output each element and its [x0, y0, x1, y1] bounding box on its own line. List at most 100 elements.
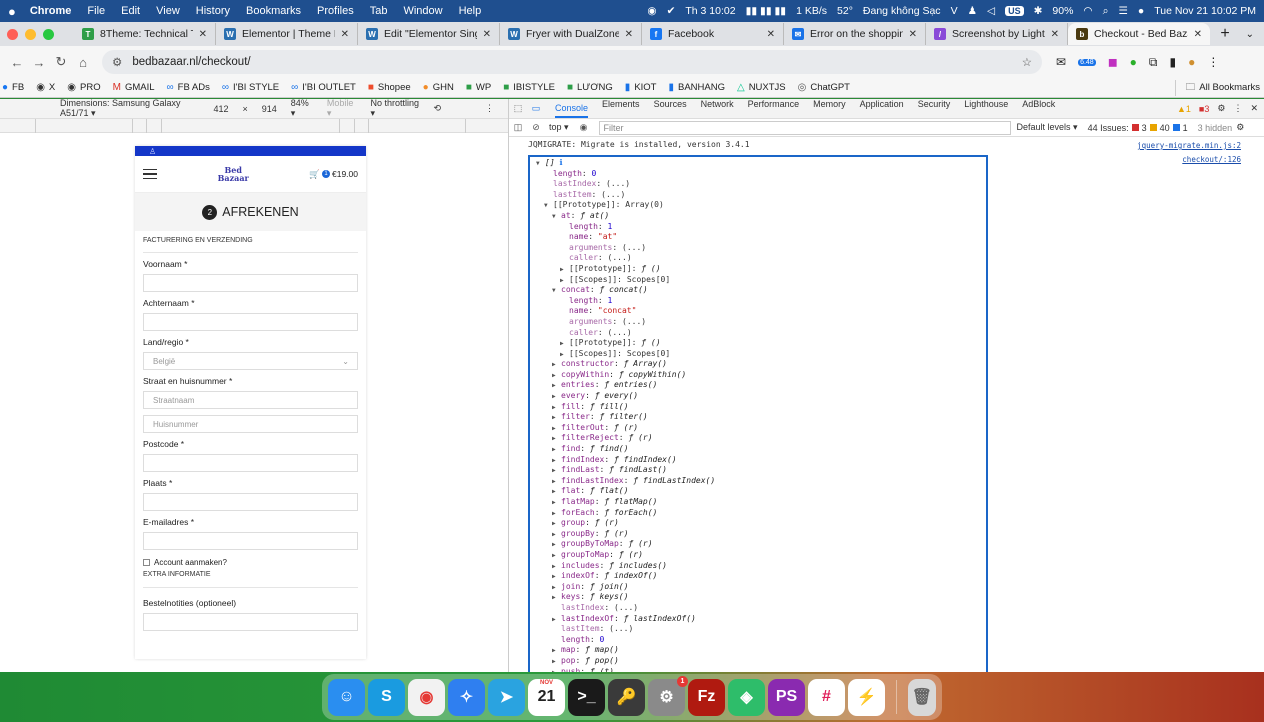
trash-icon[interactable]: 🗑: [907, 678, 936, 716]
browser-tab[interactable]: T 8Theme: Technical Ticke ✕: [74, 23, 216, 45]
throttling-select[interactable]: No throttling ▾: [370, 98, 419, 119]
object-property-row[interactable]: ▶ keys: ƒ keys(): [536, 592, 986, 603]
log-source-link[interactable]: checkout/:126: [1182, 155, 1241, 164]
bookmark-item[interactable]: ▮ KIOT: [625, 82, 657, 93]
home-button[interactable]: ⌂: [72, 55, 94, 70]
street-input[interactable]: Straatnaam: [143, 391, 358, 409]
info-icon[interactable]: ℹ: [559, 158, 562, 167]
bookmark-item[interactable]: △ NUXTJS: [737, 82, 786, 93]
v-app-icon[interactable]: V: [951, 5, 958, 17]
minimize-window-button[interactable]: [25, 28, 36, 40]
object-property-row[interactable]: ▶ [[Scopes]]: Scopes[0]: [536, 349, 986, 360]
bookmark-item[interactable]: M GMAIL: [113, 82, 155, 93]
context-select[interactable]: top ▾: [549, 122, 569, 133]
browser-tab[interactable]: f Facebook ✕: [642, 23, 784, 45]
devtools-tab-lighthouse[interactable]: Lighthouse: [964, 99, 1008, 118]
country-select[interactable]: België ⌄: [143, 352, 358, 370]
close-tab-icon[interactable]: ✕: [909, 29, 917, 40]
object-property-row[interactable]: ▶ findLast: ƒ findLast(): [536, 465, 986, 476]
house-number-input[interactable]: Huisnummer: [143, 415, 358, 433]
close-tab-icon[interactable]: ✕: [767, 29, 775, 40]
object-property-row[interactable]: ▶ groupByToMap: ƒ (r): [536, 539, 986, 550]
bookmark-item[interactable]: ∞ FB ADs: [167, 82, 210, 93]
last-name-input[interactable]: [143, 313, 358, 331]
back-button[interactable]: ←: [6, 55, 28, 70]
settings-gear-icon[interactable]: ⚙: [1217, 103, 1225, 114]
media-query-bar[interactable]: [0, 119, 508, 133]
messenger-icon[interactable]: ⚡: [848, 678, 885, 716]
bluetooth-icon[interactable]: ✱: [1034, 5, 1043, 17]
finder-icon[interactable]: ☺: [328, 678, 365, 716]
clock-vn[interactable]: Th 3 10:02: [685, 5, 735, 17]
profile-avatar[interactable]: ●: [1188, 55, 1195, 69]
object-property-row[interactable]: ▶ constructor: ƒ Array(): [536, 359, 986, 370]
close-tab-icon[interactable]: ✕: [483, 29, 491, 40]
object-property-row[interactable]: ▶ group: ƒ (r): [536, 518, 986, 529]
object-property-row[interactable]: ▶ findIndex: ƒ findIndex(): [536, 455, 986, 466]
rotate-icon[interactable]: ⟲: [433, 103, 441, 114]
sourcetree-icon[interactable]: ◈: [728, 678, 765, 716]
bookmark-item[interactable]: ■ WP: [466, 82, 491, 93]
wifi-icon[interactable]: ◠: [1083, 5, 1092, 17]
device-more-icon[interactable]: ⋮: [485, 103, 494, 114]
mini-cart[interactable]: 🛒 1 €19.00: [309, 169, 358, 180]
devtools-tab-application[interactable]: Application: [860, 99, 904, 118]
order-notes-textarea[interactable]: [143, 613, 358, 631]
chrome-menu-icon[interactable]: ⋮: [1207, 55, 1219, 69]
close-devtools-icon[interactable]: ✕: [1250, 103, 1258, 114]
site-logo[interactable]: Bed Bazaar: [157, 166, 309, 182]
object-property-row[interactable]: ▼[] ℹ: [536, 158, 986, 169]
menu-hamburger-icon[interactable]: [143, 166, 157, 183]
forward-button[interactable]: →: [28, 55, 50, 70]
filezilla-icon[interactable]: Fz: [688, 678, 725, 716]
bookmark-item[interactable]: ■ LƯƠNG: [567, 82, 613, 93]
log-levels-select[interactable]: Default levels ▾: [1017, 122, 1078, 133]
all-bookmarks-button[interactable]: 🗀 All Bookmarks: [1174, 79, 1260, 96]
object-property-row[interactable]: ▼ [[Prototype]]: Array(0): [536, 200, 986, 211]
zoom-select[interactable]: 84% ▾: [291, 98, 313, 119]
menu-profiles[interactable]: Profiles: [317, 5, 354, 17]
side-panel-icon[interactable]: ▮: [1169, 55, 1176, 69]
create-account-checkbox[interactable]: Account aanmaken?: [143, 558, 358, 567]
clear-console-icon[interactable]: ⊘: [527, 122, 545, 133]
object-property-row[interactable]: ▶ flat: ƒ flat(): [536, 486, 986, 497]
object-property-row[interactable]: ▼ at: ƒ at(): [536, 211, 986, 222]
live-expression-eye-icon[interactable]: ◉: [575, 122, 593, 133]
browser-tab[interactable]: W Edit "Elementor Single Pr ✕: [358, 23, 500, 45]
close-tab-icon[interactable]: ✕: [199, 29, 207, 40]
browser-tab[interactable]: / Screenshot by Lightshot ✕: [926, 23, 1068, 45]
collapsed-triangle-icon[interactable]: ▶: [552, 551, 561, 562]
object-property-row[interactable]: ▶ join: ƒ join(): [536, 582, 986, 593]
new-tab-button[interactable]: +: [1214, 23, 1236, 45]
system-settings-icon[interactable]: ⚙ 1: [648, 675, 688, 716]
object-property-row[interactable]: ▶ forEach: ƒ forEach(): [536, 508, 986, 519]
console-filter-input[interactable]: Filter: [598, 120, 1011, 135]
control-center-icon[interactable]: ☰: [1118, 5, 1127, 17]
color-extension-icon[interactable]: ◼: [1108, 55, 1118, 69]
checkbox-box[interactable]: [143, 559, 150, 566]
object-property-row[interactable]: ▶ every: ƒ every(): [536, 391, 986, 402]
console-settings-icon[interactable]: ⚙: [1236, 122, 1244, 133]
close-window-button[interactable]: [7, 28, 18, 40]
apple-icon[interactable]: ●: [8, 4, 16, 19]
bookmark-item[interactable]: ■ Shopee: [368, 82, 411, 93]
skype-icon[interactable]: S: [368, 678, 405, 716]
temperature[interactable]: 52°: [837, 5, 853, 17]
telegram-icon[interactable]: ➤: [488, 678, 525, 716]
green-extension-icon[interactable]: ●: [1130, 55, 1137, 69]
close-tab-icon[interactable]: ✕: [1051, 29, 1059, 40]
object-property-row[interactable]: ▶ groupBy: ƒ (r): [536, 529, 986, 540]
charge-status[interactable]: Đang không Sạc: [863, 5, 941, 17]
devtools-tab-adblock[interactable]: AdBlock: [1022, 99, 1055, 118]
menu-window[interactable]: Window: [403, 5, 442, 17]
city-input[interactable]: [143, 493, 358, 511]
sidebar-toggle-icon[interactable]: ◫: [509, 122, 527, 133]
siri-icon[interactable]: ●: [1138, 5, 1144, 17]
message-source-link[interactable]: jquery-migrate.min.js:2: [1137, 141, 1241, 150]
inspect-element-icon[interactable]: ⬚: [509, 103, 527, 114]
object-property-row[interactable]: ▶ copyWithin: ƒ copyWithin(): [536, 370, 986, 381]
object-property-row[interactable]: ▶ pop: ƒ pop(): [536, 656, 986, 667]
object-property-row[interactable]: ▼ concat: ƒ concat(): [536, 285, 986, 296]
object-property-row[interactable]: ▶ find: ƒ find(): [536, 444, 986, 455]
bookmark-item[interactable]: ◉ X: [36, 82, 55, 93]
